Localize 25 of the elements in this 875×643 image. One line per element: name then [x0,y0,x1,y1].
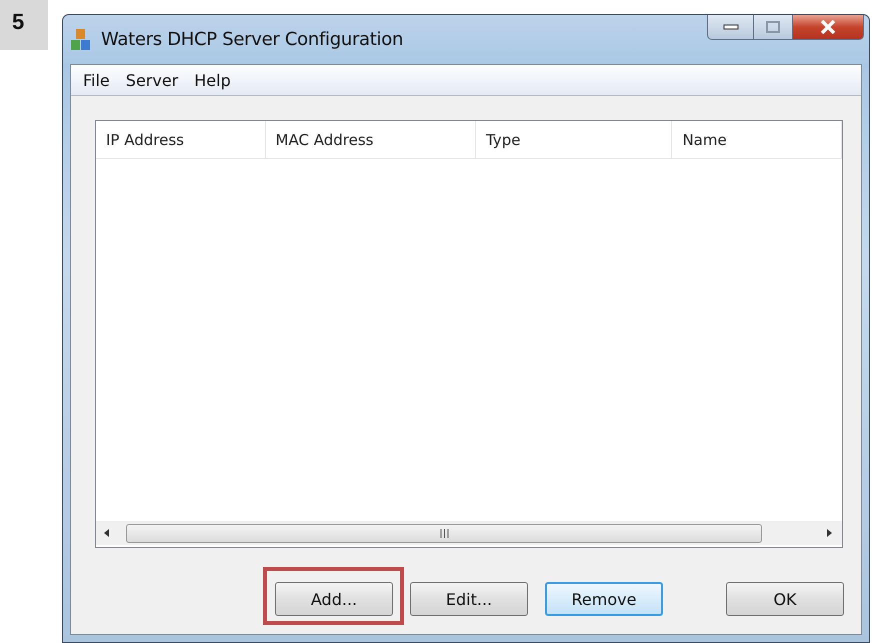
scroll-right-icon [824,528,834,538]
column-header[interactable]: MAC Address [266,121,476,158]
horizontal-scrollbar[interactable] [96,521,842,545]
close-icon [820,20,836,34]
dialog-button[interactable]: Edit... [410,582,528,616]
minimize-button[interactable] [707,15,754,40]
app-icon [70,28,92,52]
column-header[interactable]: Type [476,121,672,158]
column-header[interactable]: IP Address [96,121,266,158]
window-title: Waters DHCP Server Configuration [101,29,404,50]
maximize-button[interactable] [754,15,793,40]
dialog-button[interactable]: Add... [275,582,393,616]
close-button[interactable] [793,15,864,40]
menu-item[interactable]: File [75,68,118,92]
minimize-icon [722,24,738,30]
scroll-left-icon [102,528,112,538]
menu-item[interactable]: Help [186,68,239,92]
column-header[interactable]: Name [672,121,842,158]
grip-icon [440,528,448,538]
maximize-icon [766,21,780,33]
dialog-button[interactable]: OK [726,582,844,616]
dialog-button[interactable]: Remove [545,582,663,616]
scroll-thumb[interactable] [126,524,762,542]
menu-item[interactable]: Server [118,68,186,92]
step-number: 5 [11,8,26,35]
